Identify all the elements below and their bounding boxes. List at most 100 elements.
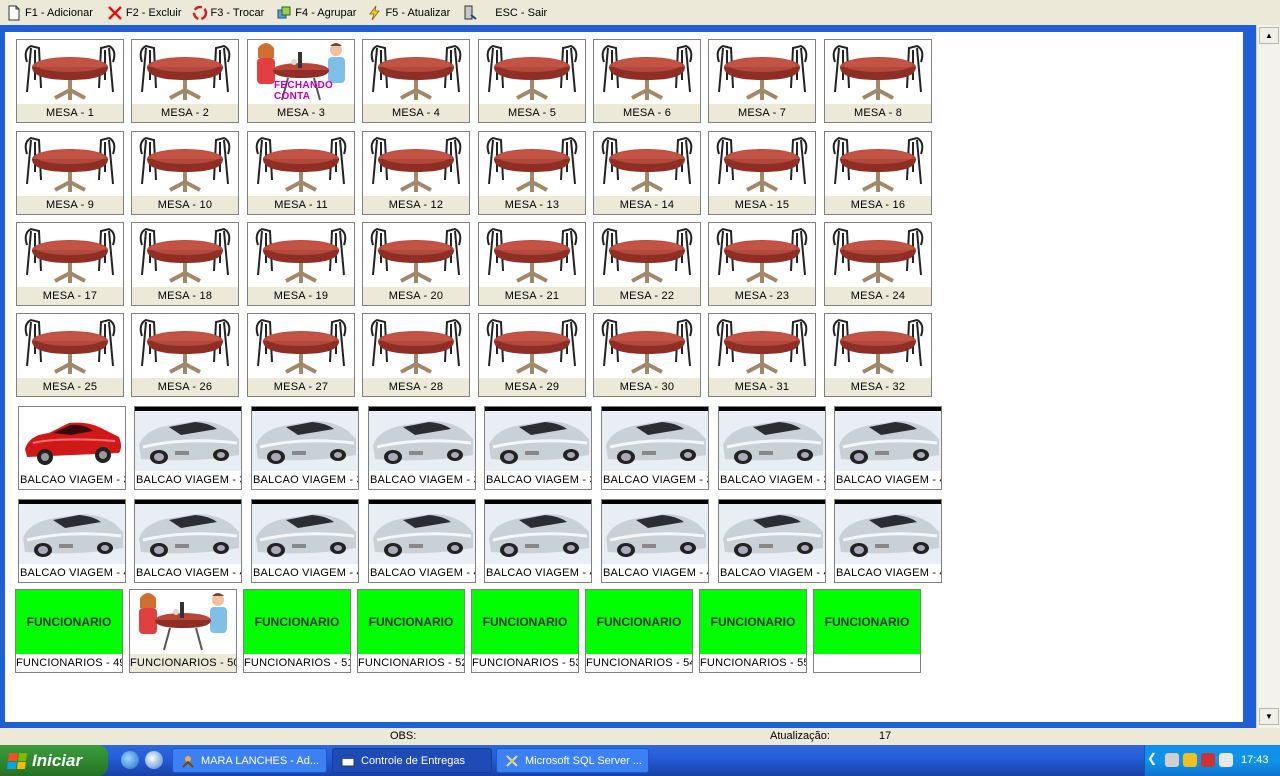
add-button[interactable]: F1 - Adicionar xyxy=(4,2,99,24)
counter-tile-33[interactable]: BALCAO VIAGEM - 33 xyxy=(18,406,126,490)
table-status-badge: FECHANDO CONTA xyxy=(274,80,334,102)
employee-tile-53[interactable]: FUNCIONARIO FUNCIONARIOS - 53 xyxy=(471,589,579,673)
table-tile-19[interactable]: MESA - 19 xyxy=(247,222,355,306)
refresh-button[interactable]: F5 - Atualizar xyxy=(364,2,456,24)
table-tile-31[interactable]: MESA - 31 xyxy=(708,313,816,397)
table-tile-18[interactable]: MESA - 18 xyxy=(131,222,239,306)
silver-car-picture xyxy=(369,500,475,564)
table-tile-5[interactable]: MESA - 5 xyxy=(478,39,586,123)
counter-tile-40[interactable]: BALCAO VIAGEM - 40 xyxy=(834,406,942,490)
employee-tile-56[interactable]: FUNCIONARIO FUNCIONARIOS - 56 xyxy=(813,589,921,673)
free-table-picture xyxy=(363,223,469,287)
table-tile-23[interactable]: MESA - 23 xyxy=(708,222,816,306)
tile-label: FUNCIONARIOS - 55 xyxy=(700,654,806,672)
table-tile-21[interactable]: MESA - 21 xyxy=(478,222,586,306)
employee-free-caption: FUNCIONARIO xyxy=(472,590,578,654)
table-tile-29[interactable]: MESA - 29 xyxy=(478,313,586,397)
table-tile-20[interactable]: MESA - 20 xyxy=(362,222,470,306)
employee-tile-51[interactable]: FUNCIONARIO FUNCIONARIOS - 51 xyxy=(243,589,351,673)
app-window: F1 - Adicionar F2 - Excluir F3 - Trocar … xyxy=(0,0,1280,776)
free-table-picture xyxy=(709,40,815,104)
counter-tile-34[interactable]: BALCAO VIAGEM - 34 xyxy=(134,406,242,490)
counter-tile-39[interactable]: BALCAO VIAGEM - 39 xyxy=(718,406,826,490)
table-tile-16[interactable]: MESA - 16 xyxy=(824,131,932,215)
table-tile-6[interactable]: MESA - 6 xyxy=(593,39,701,123)
task-controle-entregas[interactable]: Controle de Entregas xyxy=(332,748,492,773)
tray-expand-icon[interactable]: ❮ xyxy=(1147,751,1161,765)
tile-label: FUNCIONARIOS - 51 xyxy=(244,654,350,672)
table-tile-8[interactable]: MESA - 8 xyxy=(824,39,932,123)
table-tile-32[interactable]: MESA - 32 xyxy=(824,313,932,397)
table-tile-22[interactable]: MESA - 22 xyxy=(593,222,701,306)
counter-tile-41[interactable]: BALCAO VIAGEM - 41 xyxy=(18,499,126,583)
free-table-picture xyxy=(363,314,469,378)
employee-free-caption: FUNCIONARIO xyxy=(244,590,350,654)
network-icon[interactable] xyxy=(1219,753,1233,767)
tile-label: BALCAO VIAGEM - 42 xyxy=(135,564,241,582)
counter-tile-48[interactable]: BALCAO VIAGEM - 48 xyxy=(834,499,942,583)
counter-tile-38[interactable]: BALCAO VIAGEM - 38 xyxy=(601,406,709,490)
tile-label: BALCAO VIAGEM - 44 xyxy=(369,564,475,582)
counter-tile-43[interactable]: BALCAO VIAGEM - 43 xyxy=(251,499,359,583)
table-tile-9[interactable]: MESA - 9 xyxy=(16,131,124,215)
table-tile-25[interactable]: MESA - 25 xyxy=(16,313,124,397)
table-tile-13[interactable]: MESA - 13 xyxy=(478,131,586,215)
silver-car-picture xyxy=(135,500,241,564)
table-tile-17[interactable]: MESA - 17 xyxy=(16,222,124,306)
free-table-picture xyxy=(709,132,815,196)
tile-label: MESA - 15 xyxy=(709,196,815,214)
group-button[interactable]: F4 - Agrupar xyxy=(274,2,362,24)
employee-tile-55[interactable]: FUNCIONARIO FUNCIONARIOS - 55 xyxy=(699,589,807,673)
employee-tile-49[interactable]: FUNCIONARIO FUNCIONARIOS - 49 xyxy=(15,589,123,673)
counter-tile-45[interactable]: BALCAO VIAGEM - 45 xyxy=(484,499,592,583)
free-table-picture xyxy=(363,132,469,196)
printer-icon[interactable] xyxy=(1165,753,1179,767)
table-tile-11[interactable]: MESA - 11 xyxy=(247,131,355,215)
table-tile-24[interactable]: MESA - 24 xyxy=(824,222,932,306)
tile-label: MESA - 6 xyxy=(594,104,700,122)
table-tile-12[interactable]: MESA - 12 xyxy=(362,131,470,215)
show-desktop-icon[interactable] xyxy=(145,751,163,769)
table-tile-3[interactable]: FECHANDO CONTA MESA - 3 xyxy=(247,39,355,123)
vertical-scrollbar[interactable]: ▲ ▼ xyxy=(1256,25,1280,728)
security-shield-icon[interactable] xyxy=(1183,753,1197,767)
table-tile-26[interactable]: MESA - 26 xyxy=(131,313,239,397)
swap-button[interactable]: F3 - Trocar xyxy=(190,2,271,24)
table-tile-4[interactable]: MESA - 4 xyxy=(362,39,470,123)
counter-tile-37[interactable]: BALCAO VIAGEM - 37 xyxy=(484,406,592,490)
scroll-down-button[interactable]: ▼ xyxy=(1259,708,1279,725)
exit-button[interactable]: ESC - Sair xyxy=(460,2,553,24)
table-tile-14[interactable]: MESA - 14 xyxy=(593,131,701,215)
counter-tile-47[interactable]: BALCAO VIAGEM - 47 xyxy=(718,499,826,583)
table-tile-28[interactable]: MESA - 28 xyxy=(362,313,470,397)
employee-tile-52[interactable]: FUNCIONARIO FUNCIONARIOS - 52 xyxy=(357,589,465,673)
table-tile-27[interactable]: MESA - 27 xyxy=(247,313,355,397)
app-icon xyxy=(181,754,195,768)
silver-car-picture xyxy=(369,407,475,471)
table-tile-15[interactable]: MESA - 15 xyxy=(708,131,816,215)
task-mara-lanches[interactable]: MARA LANCHES - Ad... xyxy=(172,748,327,773)
counter-tile-44[interactable]: BALCAO VIAGEM - 44 xyxy=(368,499,476,583)
table-tile-7[interactable]: MESA - 7 xyxy=(708,39,816,123)
counter-tile-35[interactable]: BALCAO VIAGEM - 35 xyxy=(251,406,359,490)
counter-tile-46[interactable]: BALCAO VIAGEM - 46 xyxy=(601,499,709,583)
employee-free-caption: FUNCIONARIO xyxy=(358,590,464,654)
delete-button[interactable]: F2 - Excluir xyxy=(105,2,188,24)
start-button[interactable]: Iniciar xyxy=(0,745,108,776)
tile-label: FUNCIONARIOS - 49 xyxy=(16,654,122,672)
tile-label: MESA - 22 xyxy=(594,287,700,305)
counter-tile-42[interactable]: BALCAO VIAGEM - 42 xyxy=(134,499,242,583)
task-sql-server[interactable]: Microsoft SQL Server ... xyxy=(496,748,649,773)
scroll-up-button[interactable]: ▲ xyxy=(1259,27,1279,44)
employee-tile-50[interactable]: FUNCIONARIOS - 50 xyxy=(129,589,237,673)
table-tile-10[interactable]: MESA - 10 xyxy=(131,131,239,215)
internet-explorer-icon[interactable] xyxy=(121,751,139,769)
exit-door-icon xyxy=(462,5,478,21)
antivirus-icon[interactable] xyxy=(1201,753,1215,767)
table-tile-1[interactable]: MESA - 1 xyxy=(16,39,124,123)
counter-tile-36[interactable]: BALCAO VIAGEM - 36 xyxy=(368,406,476,490)
table-tile-30[interactable]: MESA - 30 xyxy=(593,313,701,397)
free-table-picture xyxy=(248,223,354,287)
table-tile-2[interactable]: MESA - 2 xyxy=(131,39,239,123)
employee-tile-54[interactable]: FUNCIONARIO FUNCIONARIOS - 54 xyxy=(585,589,693,673)
